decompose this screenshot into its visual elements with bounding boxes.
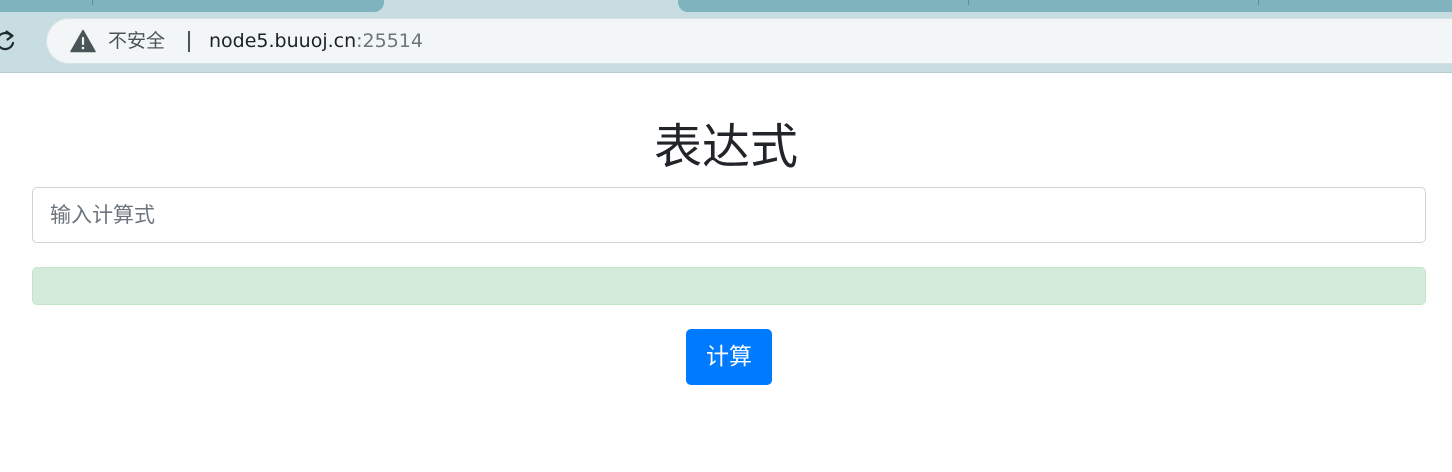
url-text[interactable]: node5.buuoj.cn:25514 [209, 30, 423, 52]
inactive-tab-left[interactable] [0, 0, 384, 12]
address-divider [188, 31, 190, 52]
security-status-label[interactable]: 不安全 [108, 30, 165, 52]
url-host: node5.buuoj.cn [209, 30, 357, 52]
page-title: 表达式 [653, 119, 798, 175]
inactive-tab-right[interactable] [678, 0, 1452, 12]
url-port: :25514 [356, 30, 423, 52]
tab-strip [0, 0, 1452, 12]
expression-input[interactable] [32, 187, 1426, 243]
browser-toolbar: 不安全 node5.buuoj.cn:25514 [0, 12, 1452, 73]
tab-separator [92, 0, 93, 5]
tab-separator [968, 0, 969, 5]
tab-separator [1258, 0, 1259, 5]
result-alert [32, 267, 1426, 305]
warning-triangle-icon[interactable] [70, 29, 96, 53]
calculate-button[interactable]: 计算 [686, 329, 772, 385]
reload-icon[interactable] [0, 26, 16, 56]
address-bar[interactable]: 不安全 node5.buuoj.cn:25514 [46, 18, 1452, 64]
